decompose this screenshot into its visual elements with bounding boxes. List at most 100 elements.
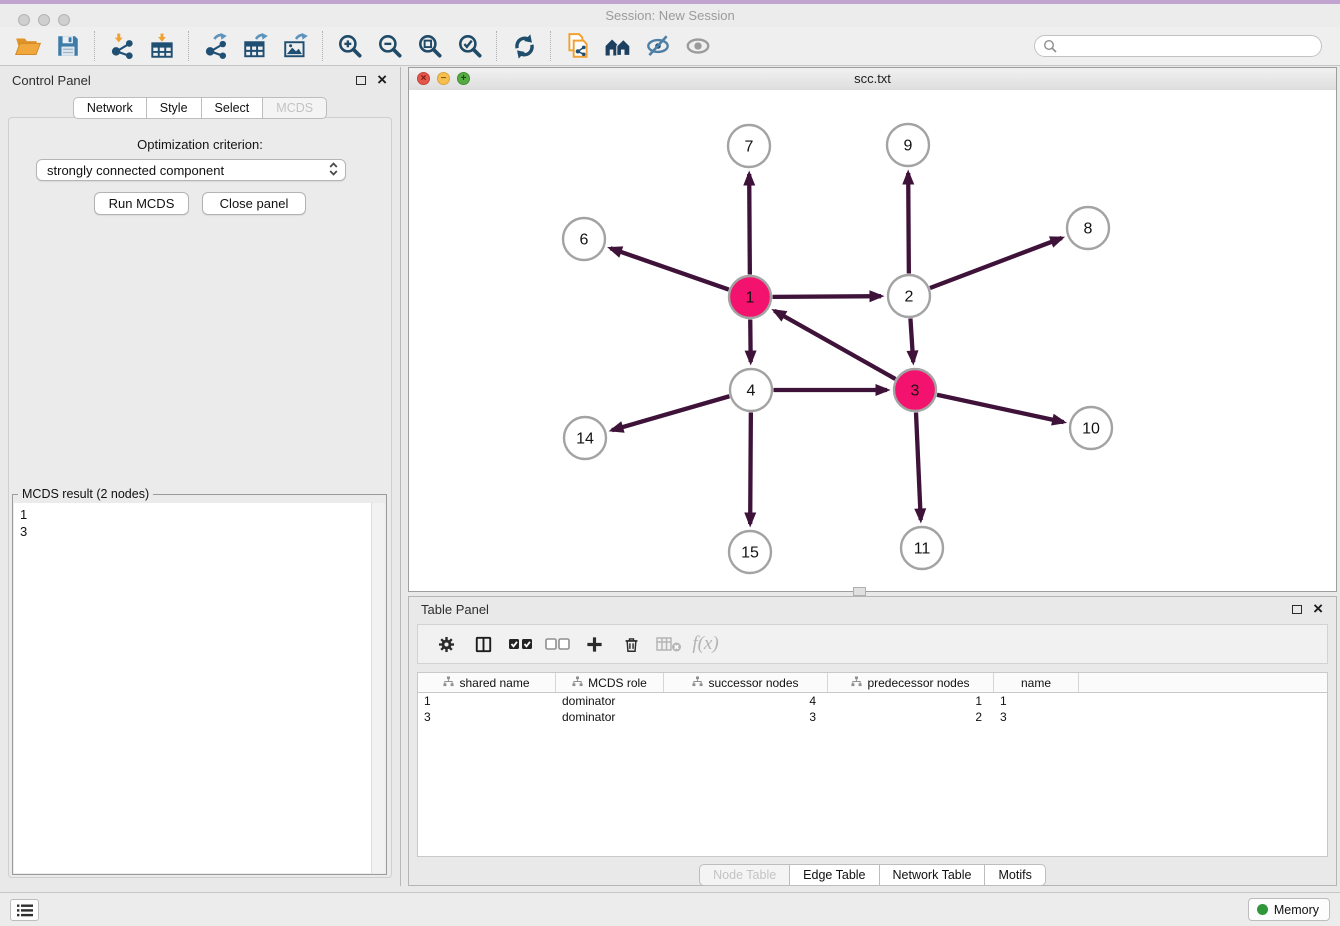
close-network-button[interactable]: × — [417, 72, 430, 85]
tab-motifs[interactable]: Motifs — [984, 864, 1045, 886]
cell-mcds_role[interactable]: dominator — [556, 694, 664, 708]
graph-edge-3-1[interactable] — [774, 311, 895, 379]
graph-edge-1-7[interactable] — [749, 174, 750, 275]
delete-column-icon[interactable] — [613, 627, 650, 661]
graph-node-label: 10 — [1082, 421, 1100, 438]
zoom-selected-icon[interactable] — [450, 29, 490, 63]
maximize-network-button[interactable]: + — [457, 72, 470, 85]
list-icon — [17, 904, 33, 917]
tab-select[interactable]: Select — [201, 97, 264, 119]
result-line: 1 — [20, 506, 27, 523]
table-row[interactable]: 3dominator323 — [418, 709, 1327, 725]
import-table-icon[interactable] — [142, 29, 182, 63]
settings-gear-icon[interactable] — [428, 627, 465, 661]
cyndex-home-icon[interactable] — [598, 29, 638, 63]
close-panel-button[interactable]: Close panel — [202, 192, 306, 215]
export-network-icon[interactable] — [196, 29, 236, 63]
task-history-button[interactable] — [10, 899, 39, 921]
export-image-icon[interactable] — [276, 29, 316, 63]
result-scrollbar[interactable] — [371, 503, 385, 873]
toolbar-separator — [188, 31, 190, 61]
cell-predecessor_nodes[interactable]: 2 — [828, 710, 994, 724]
column-header-label: predecessor nodes — [867, 676, 969, 690]
function-builder-icon: f(x) — [687, 627, 724, 661]
network-window-title: scc.txt — [409, 68, 1336, 90]
network-window-controls[interactable]: × − + — [417, 72, 470, 85]
clone-network-icon[interactable] — [558, 29, 598, 63]
criterion-select[interactable]: strongly connected component — [36, 159, 346, 181]
show-all-icon[interactable] — [678, 29, 718, 63]
close-panel-icon[interactable]: × — [377, 73, 387, 87]
cell-predecessor_nodes[interactable]: 1 — [828, 694, 994, 708]
table-row[interactable]: 1dominator411 — [418, 693, 1327, 709]
graph-edge-4-15[interactable] — [750, 412, 751, 524]
network-graph[interactable]: 1234678910111415 — [409, 90, 1336, 591]
tab-network-table[interactable]: Network Table — [879, 864, 986, 886]
graph-edge-2-9[interactable] — [908, 173, 909, 274]
export-table-icon[interactable] — [236, 29, 276, 63]
tab-network[interactable]: Network — [73, 97, 147, 119]
graph-edge-2-3[interactable] — [910, 318, 913, 362]
column-header-shared_name[interactable]: shared name — [418, 673, 556, 692]
save-session-icon[interactable] — [48, 29, 88, 63]
float-panel-icon[interactable] — [356, 76, 366, 85]
open-session-icon[interactable] — [8, 29, 48, 63]
tab-mcds[interactable]: MCDS — [262, 97, 327, 119]
cell-shared_name[interactable]: 1 — [418, 694, 556, 708]
column-header-label: shared name — [459, 676, 529, 690]
cell-name[interactable]: 1 — [994, 694, 1079, 708]
graph-edge-4-14[interactable] — [612, 396, 729, 430]
column-header-predecessor_nodes[interactable]: predecessor nodes — [828, 673, 994, 692]
column-tree-icon — [851, 676, 862, 690]
mcds-result-textarea[interactable]: 13 — [14, 503, 385, 873]
run-mcds-button[interactable]: Run MCDS — [94, 192, 189, 215]
graph-edge-1-6[interactable] — [610, 248, 728, 289]
minimize-window-button[interactable] — [38, 14, 50, 26]
tab-node-table[interactable]: Node Table — [699, 864, 790, 886]
network-resize-grip[interactable] — [853, 587, 866, 596]
table-header-row: shared name MCDS rolesuccessor nodes prede… — [418, 673, 1327, 693]
tab-style[interactable]: Style — [146, 97, 202, 119]
table-toolbar: f(x) — [417, 624, 1328, 664]
cell-name[interactable]: 3 — [994, 710, 1079, 724]
float-table-panel-icon[interactable] — [1292, 605, 1302, 614]
cell-mcds_role[interactable]: dominator — [556, 710, 664, 724]
column-header-successor_nodes[interactable]: successor nodes — [664, 673, 828, 692]
zoom-window-button[interactable] — [58, 14, 70, 26]
select-all-checks-icon[interactable] — [502, 627, 539, 661]
import-network-icon[interactable] — [102, 29, 142, 63]
app-title: Session: New Session — [0, 4, 1340, 27]
zoom-in-icon[interactable] — [330, 29, 370, 63]
network-window-titlebar[interactable]: × − + scc.txt — [409, 68, 1336, 91]
node-table[interactable]: shared name MCDS rolesuccessor nodes prede… — [417, 672, 1328, 857]
minimize-network-button[interactable]: − — [437, 72, 450, 85]
zoom-out-icon[interactable] — [370, 29, 410, 63]
cell-shared_name[interactable]: 3 — [418, 710, 556, 724]
network-canvas[interactable]: 1234678910111415 — [409, 90, 1336, 591]
window-controls[interactable] — [18, 14, 70, 26]
tab-edge-table[interactable]: Edge Table — [789, 864, 879, 886]
cell-successor_nodes[interactable]: 3 — [664, 710, 828, 724]
hide-selected-icon[interactable] — [638, 29, 678, 63]
graph-node-label: 11 — [914, 541, 931, 558]
edge-label-mark — [829, 389, 838, 392]
refresh-layout-icon[interactable] — [504, 29, 544, 63]
deselect-all-checks-icon[interactable] — [539, 627, 576, 661]
graph-edge-3-11[interactable] — [916, 412, 921, 520]
zoom-fit-icon[interactable] — [410, 29, 450, 63]
toggle-columns-icon[interactable] — [465, 627, 502, 661]
graph-edge-2-8[interactable] — [930, 238, 1062, 288]
column-header-name[interactable]: name — [994, 673, 1079, 692]
memory-button[interactable]: Memory — [1248, 898, 1330, 921]
graph-node-label: 9 — [904, 138, 913, 155]
graph-edge-3-10[interactable] — [937, 395, 1064, 422]
graph-node-label: 6 — [580, 232, 589, 249]
search-input[interactable] — [1034, 35, 1322, 57]
mcds-result-title: MCDS result (2 nodes) — [18, 486, 153, 502]
close-table-panel-icon[interactable]: × — [1313, 602, 1323, 616]
add-column-icon[interactable] — [576, 627, 613, 661]
column-header-mcds_role[interactable]: MCDS role — [556, 673, 664, 692]
cell-successor_nodes[interactable]: 4 — [664, 694, 828, 708]
graph-node-label: 1 — [746, 290, 755, 307]
close-window-button[interactable] — [18, 14, 30, 26]
